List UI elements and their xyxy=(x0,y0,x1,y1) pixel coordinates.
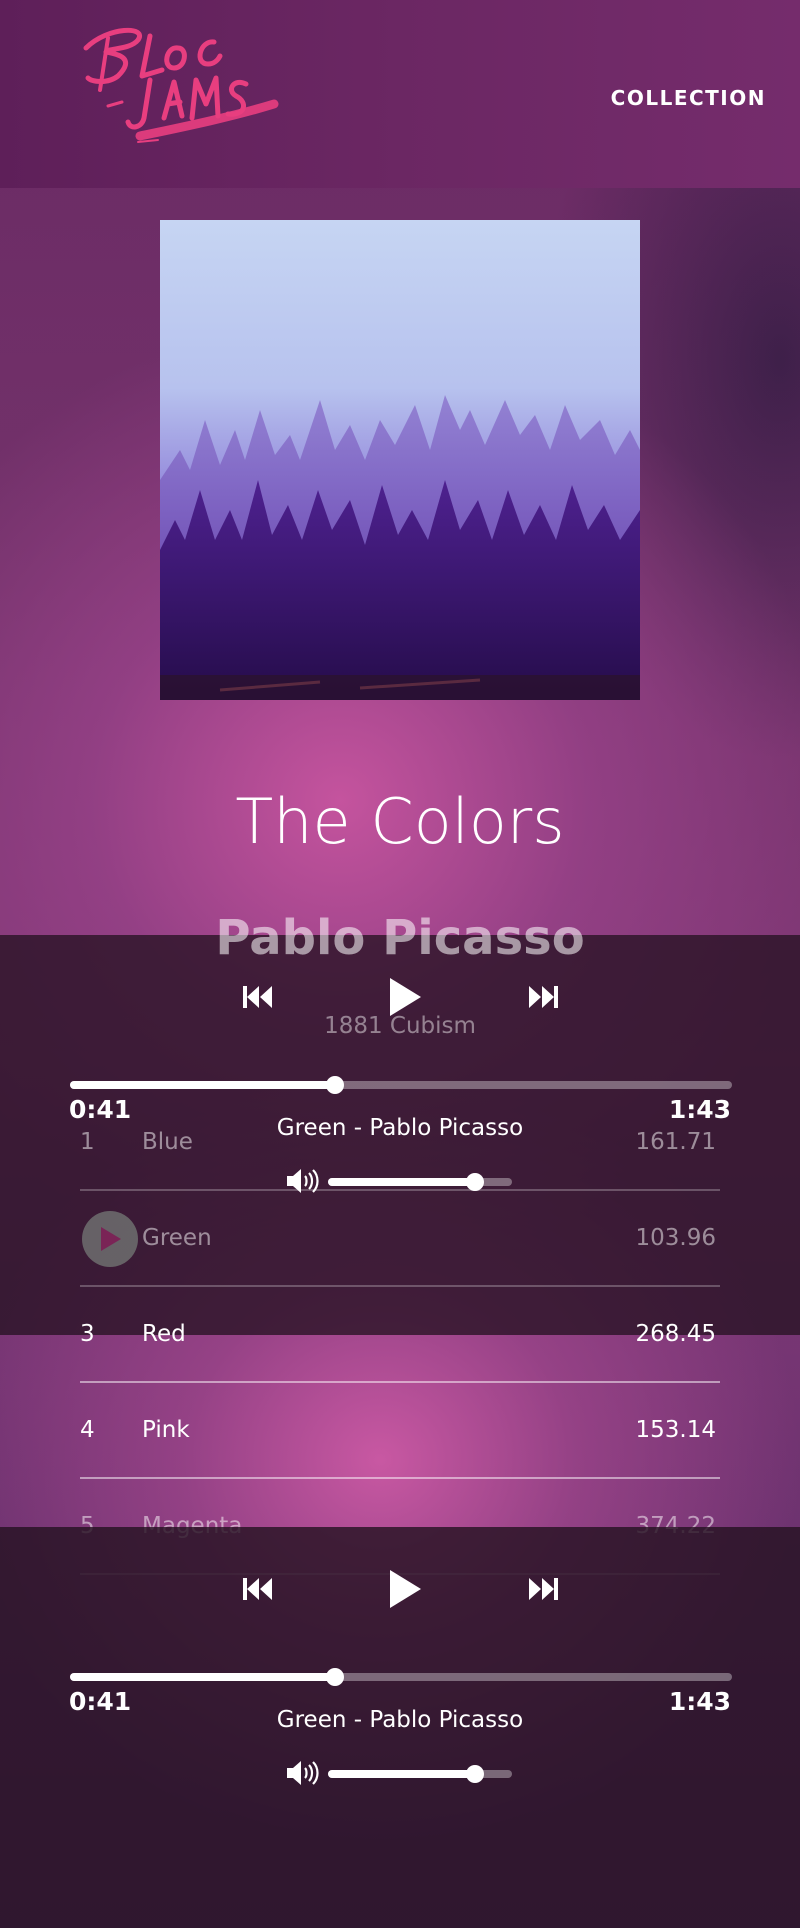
previous-button[interactable] xyxy=(243,1577,273,1606)
seek-bar-thumb[interactable] xyxy=(325,1668,344,1686)
next-button[interactable] xyxy=(528,985,558,1014)
seek-bar[interactable] xyxy=(70,1668,732,1686)
now-playing-text: Green - Pablo Picasso xyxy=(276,1707,524,1733)
song-number: 1 xyxy=(80,1129,95,1155)
play-button[interactable] xyxy=(388,1569,422,1614)
play-icon xyxy=(390,978,421,1016)
song-duration: 103.96 xyxy=(635,1225,716,1251)
song-row[interactable]: 4 Pink 153.14 xyxy=(80,1383,720,1479)
seek-bar[interactable] xyxy=(70,1076,732,1094)
play-icon xyxy=(101,1227,121,1251)
song-row-playing[interactable]: Green 103.96 xyxy=(80,1191,720,1287)
song-title: Red xyxy=(142,1321,186,1347)
next-button[interactable] xyxy=(528,1577,558,1606)
song-title: Pink xyxy=(142,1417,190,1443)
song-row[interactable]: 3 Red 268.45 xyxy=(80,1287,720,1383)
next-icon xyxy=(529,1578,558,1600)
previous-icon xyxy=(243,1578,272,1600)
volume-slider-fill xyxy=(328,1770,476,1778)
next-icon xyxy=(529,986,558,1008)
song-number: 4 xyxy=(80,1417,95,1443)
navbar: COLLECTION xyxy=(0,0,800,188)
song-duration: 161.71 xyxy=(635,1129,716,1155)
song-title: Blue xyxy=(142,1129,193,1155)
album-release-info: 1881 Cubism xyxy=(324,1013,476,1039)
song-duration: 153.14 xyxy=(635,1417,716,1443)
volume-icon xyxy=(287,1761,319,1785)
previous-icon xyxy=(243,986,272,1008)
player-bar: 0:41 1:43 Green - Pablo Picasso xyxy=(0,1527,800,1928)
bloc-jams-logo[interactable] xyxy=(78,18,283,158)
volume-button[interactable] xyxy=(286,1759,320,1792)
song-duration: 268.45 xyxy=(635,1321,716,1347)
volume-slider[interactable] xyxy=(328,1765,512,1783)
seek-bar-thumb[interactable] xyxy=(325,1076,344,1094)
album-artist: Pablo Picasso xyxy=(215,910,585,966)
seek-bar-fill xyxy=(70,1673,335,1681)
song-row[interactable]: 1 Blue 161.71 xyxy=(80,1095,720,1191)
play-icon xyxy=(390,1570,421,1608)
nav-collection-link[interactable]: COLLECTION xyxy=(611,86,766,110)
seek-bar-fill xyxy=(70,1081,335,1089)
volume-slider-thumb[interactable] xyxy=(466,1765,485,1783)
album-title: The Colors xyxy=(235,785,565,858)
album-cover-art xyxy=(160,220,640,700)
song-title: Green xyxy=(142,1225,212,1251)
song-play-button[interactable] xyxy=(82,1211,138,1267)
song-list: 1 Blue 161.71 Green 103.96 3 Red 268.45 … xyxy=(80,1095,720,1575)
previous-button[interactable] xyxy=(243,985,273,1014)
song-number: 3 xyxy=(80,1321,95,1347)
